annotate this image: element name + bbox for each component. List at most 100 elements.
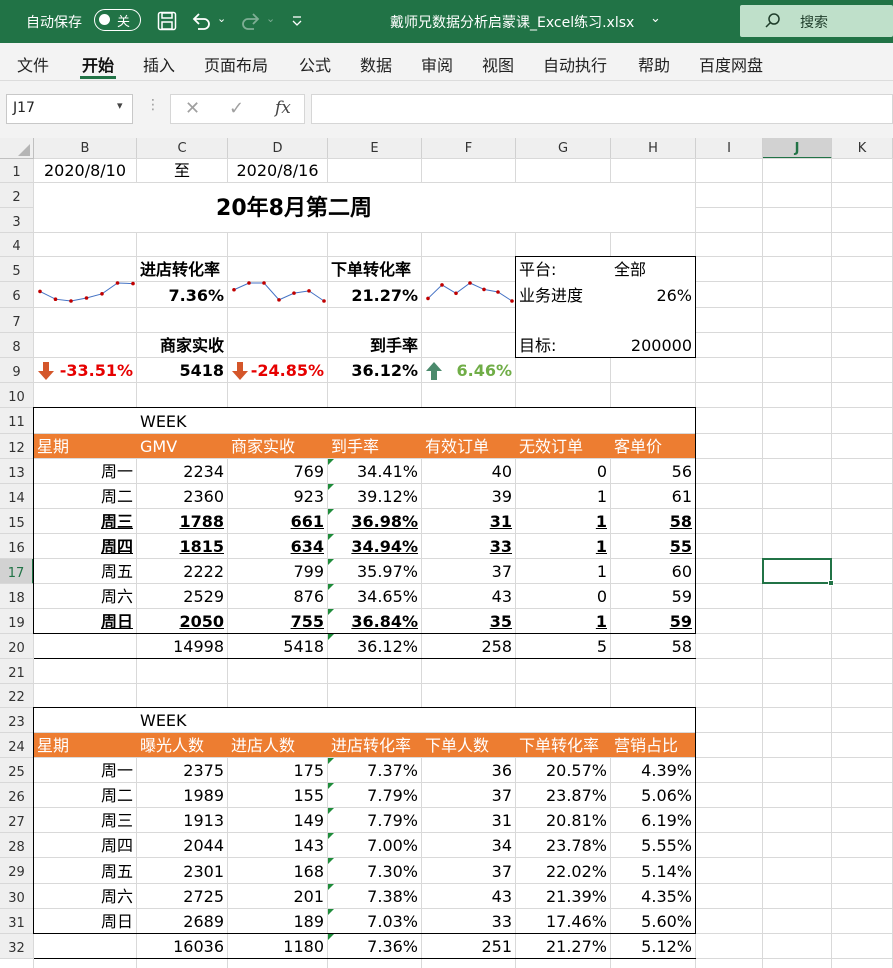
table2-row-1-cell-1[interactable]: 1989 [140, 784, 224, 808]
select-all-corner[interactable] [0, 138, 34, 159]
table1-row-0-cell-2[interactable]: 769 [231, 460, 324, 484]
table1-total-cell-3[interactable]: 36.12% [331, 635, 418, 659]
table2-total-cell-4[interactable]: 251 [425, 935, 512, 959]
table1-row-1-cell-5[interactable]: 1 [519, 485, 607, 509]
table2-row-0-cell-2[interactable]: 175 [231, 759, 324, 783]
table1-row-2-cell-5[interactable]: 1 [519, 510, 607, 534]
progress-value[interactable]: 26% [614, 284, 692, 308]
tab-help[interactable]: 帮助 [638, 52, 670, 76]
table1-row-2-cell-4[interactable]: 31 [425, 510, 512, 534]
platform-value[interactable]: 全部 [614, 258, 692, 282]
table2-row-4-cell-2[interactable]: 168 [231, 860, 324, 884]
table2-row-4-cell-4[interactable]: 37 [425, 860, 512, 884]
table2-row-2-cell-1[interactable]: 1913 [140, 809, 224, 833]
table2-total-cell-6[interactable]: 5.12% [614, 935, 692, 959]
tab-formulas[interactable]: 公式 [299, 52, 331, 76]
table2-row-4-cell-6[interactable]: 5.14% [614, 860, 692, 884]
column-header-g[interactable]: G [516, 138, 611, 159]
row-header-14[interactable]: 14 [0, 484, 34, 509]
start-date-cell[interactable]: 2020/8/10 [37, 159, 133, 183]
table2-header-2[interactable]: 进店人数 [231, 734, 295, 758]
table2-row-2-cell-6[interactable]: 6.19% [614, 809, 692, 833]
table2-row-3-cell-6[interactable]: 5.55% [614, 834, 692, 858]
table1-row-1-cell-2[interactable]: 923 [231, 485, 324, 509]
customize-toolbar-icon[interactable] [290, 14, 304, 28]
table2-total-cell-2[interactable]: 1180 [231, 935, 324, 959]
row-header-19[interactable]: 19 [0, 609, 34, 634]
table1-row-6-cell-1[interactable]: 2050 [140, 610, 224, 634]
table2-row-1-cell-0[interactable]: 周二 [37, 784, 133, 808]
row-header-18[interactable]: 18 [0, 584, 34, 609]
table1-row-3-cell-5[interactable]: 1 [519, 535, 607, 559]
table2-header-1[interactable]: 曝光人数 [140, 734, 204, 758]
enter-icon[interactable]: ✓ [229, 98, 244, 119]
table2-row-4-cell-0[interactable]: 周五 [37, 860, 133, 884]
row-header-2[interactable]: 2 [0, 183, 34, 208]
table2-row-6-cell-0[interactable]: 周日 [37, 910, 133, 934]
column-header-e[interactable]: E [328, 138, 422, 159]
tab-automate[interactable]: 自动执行 [543, 52, 607, 76]
table1-row-6-cell-3[interactable]: 36.84% [331, 610, 418, 634]
table2-row-6-cell-1[interactable]: 2689 [140, 910, 224, 934]
table2-row-5-cell-0[interactable]: 周六 [37, 885, 133, 909]
table2-row-0-cell-1[interactable]: 2375 [140, 759, 224, 783]
table1-header-2[interactable]: 商家实收 [231, 435, 295, 459]
row-header-24[interactable]: 24 [0, 733, 34, 758]
table1-row-1-cell-3[interactable]: 39.12% [331, 485, 418, 509]
table1-total-cell-2[interactable]: 5418 [231, 635, 324, 659]
table2-row-5-cell-6[interactable]: 4.35% [614, 885, 692, 909]
table2-header-6[interactable]: 营销占比 [614, 734, 678, 758]
table2-header-4[interactable]: 下单人数 [425, 734, 489, 758]
table2-row-2-cell-5[interactable]: 20.81% [519, 809, 607, 833]
table1-row-1-cell-0[interactable]: 周二 [37, 485, 133, 509]
table1-row-1-cell-6[interactable]: 61 [614, 485, 692, 509]
row-header-31[interactable]: 31 [0, 909, 34, 934]
selected-cell-j17[interactable] [762, 558, 832, 584]
table1-row-1-cell-1[interactable]: 2360 [140, 485, 224, 509]
table2-row-1-cell-5[interactable]: 23.87% [519, 784, 607, 808]
autosave-toggle[interactable]: 关 [94, 9, 141, 31]
column-header-f[interactable]: F [422, 138, 516, 159]
row-header-15[interactable]: 15 [0, 509, 34, 534]
row-header-30[interactable]: 30 [0, 884, 34, 909]
table1-row-5-cell-4[interactable]: 43 [425, 585, 512, 609]
table1-row-5-cell-3[interactable]: 34.65% [331, 585, 418, 609]
table2-row-3-cell-5[interactable]: 23.78% [519, 834, 607, 858]
table2-row-0-cell-5[interactable]: 20.57% [519, 759, 607, 783]
table2-total-cell-1[interactable]: 16036 [140, 935, 224, 959]
table1-row-2-cell-3[interactable]: 36.98% [331, 510, 418, 534]
table2-row-1-cell-6[interactable]: 5.06% [614, 784, 692, 808]
table2-row-4-cell-1[interactable]: 2301 [140, 860, 224, 884]
table1-row-3-cell-4[interactable]: 33 [425, 535, 512, 559]
kpi-value-order-conversion[interactable]: 21.27% [331, 284, 418, 308]
formula-input[interactable] [311, 94, 893, 124]
table1-row-6-cell-0[interactable]: 周日 [37, 610, 133, 634]
column-header-b[interactable]: B [34, 138, 137, 159]
table2-row-3-cell-0[interactable]: 周四 [37, 834, 133, 858]
row-header-9[interactable]: 9 [0, 358, 34, 383]
table1-row-4-cell-6[interactable]: 60 [614, 560, 692, 584]
row-header-10[interactable]: 10 [0, 383, 34, 408]
table1-row-4-cell-2[interactable]: 799 [231, 560, 324, 584]
table1-row-3-cell-0[interactable]: 周四 [37, 535, 133, 559]
table1-row-3-cell-1[interactable]: 1815 [140, 535, 224, 559]
table1-total-cell-4[interactable]: 258 [425, 635, 512, 659]
table2-row-6-cell-6[interactable]: 5.60% [614, 910, 692, 934]
table2-row-3-cell-2[interactable]: 143 [231, 834, 324, 858]
table2-row-0-cell-4[interactable]: 36 [425, 759, 512, 783]
table2-row-3-cell-3[interactable]: 7.00% [331, 834, 418, 858]
tab-page-layout[interactable]: 页面布局 [204, 52, 268, 76]
table2-row-0-cell-3[interactable]: 7.37% [331, 759, 418, 783]
table1-row-6-cell-5[interactable]: 1 [519, 610, 607, 634]
row-header-5[interactable]: 5 [0, 257, 34, 282]
table1-row-5-cell-1[interactable]: 2529 [140, 585, 224, 609]
row-header-17[interactable]: 17 [0, 559, 34, 584]
row-header-13[interactable]: 13 [0, 459, 34, 484]
table1-total-cell-5[interactable]: 5 [519, 635, 607, 659]
column-header-k[interactable]: K [832, 138, 893, 159]
name-box-dropdown-icon[interactable]: ▾ [117, 99, 123, 112]
table1-row-2-cell-6[interactable]: 58 [614, 510, 692, 534]
row-header-8[interactable]: 8 [0, 333, 34, 358]
row-header-29[interactable]: 29 [0, 858, 34, 884]
table2-row-4-cell-3[interactable]: 7.30% [331, 860, 418, 884]
